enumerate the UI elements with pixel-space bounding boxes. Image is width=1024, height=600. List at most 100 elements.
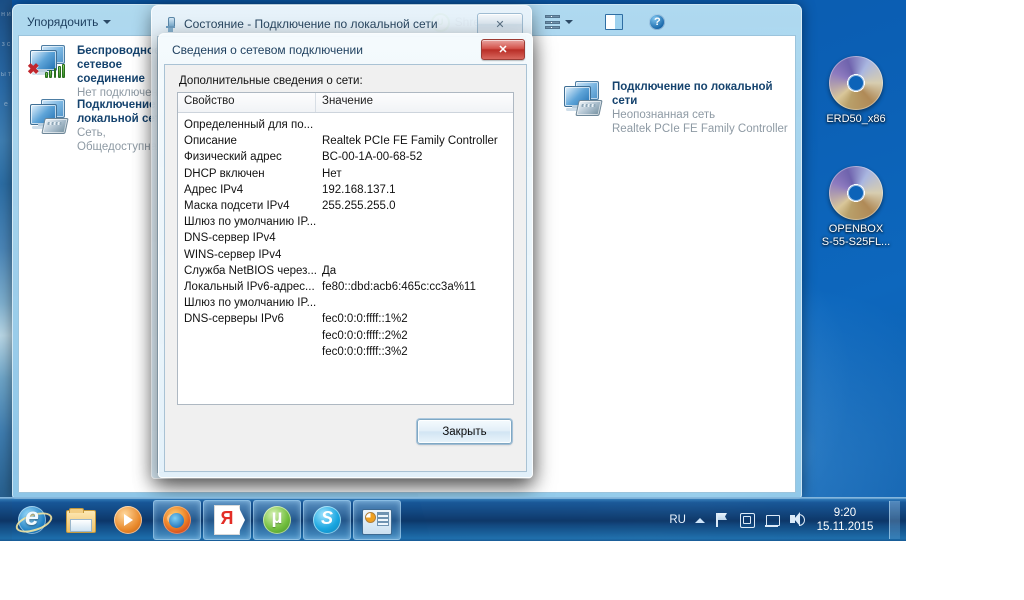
dialog-footer: Закрыть <box>177 419 514 444</box>
desktop-icon-openbox[interactable]: OPENBOX S-55-S25FL... <box>808 166 904 249</box>
property-value: fec0:0:0:ffff::2%2 <box>322 329 408 342</box>
taskbar-button-windows-explorer[interactable] <box>57 501 103 539</box>
taskbar-button-firefox[interactable] <box>153 500 201 540</box>
table-row[interactable]: DNS-серверы IPv6 fec0:0:0:ffff::1%2 <box>178 311 513 327</box>
network-connections-icon <box>362 509 392 535</box>
taskbar-button-media-player[interactable] <box>105 501 151 539</box>
connection-name: Подключение по локальной сети <box>612 81 773 107</box>
table-row[interactable]: Шлюз по умолчанию IP... <box>178 295 513 311</box>
show-hidden-icons-icon[interactable] <box>695 517 705 523</box>
clock-date: 15.11.2015 <box>816 521 874 533</box>
wireless-network-icon: ✖ <box>27 44 68 80</box>
network-properties-table[interactable]: Свойство Значение Определенный для по...… <box>177 92 514 405</box>
language-indicator[interactable]: RU <box>669 514 686 526</box>
taskbar-button-network-connections[interactable] <box>353 500 401 540</box>
property-name: Определенный для по... <box>184 119 314 131</box>
close-button[interactable]: Закрыть <box>417 419 512 444</box>
table-row[interactable]: Шлюз по умолчанию IP... <box>178 214 513 230</box>
table-row[interactable]: Физический адрес BC-00-1A-00-68-52 <box>178 149 513 165</box>
background-window-sliver[interactable]: н и з с ы т е <box>0 0 12 541</box>
chevron-down-icon <box>103 20 112 24</box>
network-details-dialog[interactable]: Сведения о сетевом подключении ✕ Дополни… <box>158 33 533 478</box>
connection-item-text: Подключение по локальной сети Неопознанн… <box>612 80 795 136</box>
property-name: Шлюз по умолчанию IP... <box>184 297 316 310</box>
table-row[interactable]: Служба NetBIOS через... Да <box>178 263 513 279</box>
property-value: fec0:0:0:ffff::1%2 <box>322 313 408 326</box>
details-dialog-titlebar: Сведения о сетевом подключении ✕ <box>163 38 528 61</box>
details-dialog-body: Дополнительные сведения о сети: Свойство… <box>164 64 527 472</box>
system-tray: RU 9:20 15.11.2015 <box>669 501 906 539</box>
desktop-icon-label-line2: S-55-S25FL... <box>821 236 891 248</box>
property-value <box>316 230 513 246</box>
table-row[interactable]: Локальный IPv6-адрес... fe80::dbd:acb6:46… <box>178 279 513 295</box>
property-name: Служба NetBIOS через... <box>184 264 316 277</box>
details-dialog-title: Сведения о сетевом подключении <box>172 42 363 57</box>
yandex-icon <box>214 505 245 535</box>
property-value <box>316 214 513 230</box>
property-name: Локальный IPv6-адрес... <box>184 281 315 294</box>
show-desktop-button[interactable] <box>889 501 900 539</box>
table-row[interactable]: fec0:0:0:ffff::2%2 <box>178 328 513 344</box>
property-value <box>316 117 513 133</box>
lan-network-icon <box>28 98 69 134</box>
chevron-down-icon <box>565 20 574 24</box>
property-value: Да <box>322 264 337 277</box>
desktop-icon-erd50[interactable]: ERD50_x86 <box>808 56 904 126</box>
network-status-icon <box>164 16 177 32</box>
desktop-icon-label: OPENBOX S-55-S25FL... <box>808 223 904 249</box>
safely-remove-hardware-icon[interactable] <box>739 512 755 528</box>
property-name: DNS-серверы IPv6 <box>184 313 284 326</box>
table-row[interactable]: Адрес IPv4 192.168.137.1 <box>178 182 513 198</box>
preview-pane-icon <box>605 14 624 30</box>
connection-adapter: Realtek PCIe FE Family Controller <box>612 123 788 135</box>
table-row[interactable]: DHCP включен Нет <box>178 166 513 182</box>
property-value: Realtek PCIe FE Family Controller <box>322 135 498 148</box>
table-row[interactable]: Описание Realtek PCIe FE Family Controlle… <box>178 133 513 149</box>
taskbar-button-skype[interactable] <box>303 500 351 540</box>
close-icon[interactable]: ✕ <box>477 13 523 35</box>
change-view-button[interactable] <box>536 11 582 33</box>
internet-explorer-icon <box>18 503 46 534</box>
clock-time: 9:20 <box>833 507 857 519</box>
property-value <box>316 295 513 311</box>
table-row[interactable]: WINS-сервер IPv4 <box>178 247 513 263</box>
property-name: Адрес IPv4 <box>184 183 244 196</box>
network-icon[interactable] <box>764 512 780 528</box>
property-name <box>178 344 316 360</box>
property-value: BC-00-1A-00-68-52 <box>322 151 423 164</box>
details-section-label: Дополнительные сведения о сети: <box>179 75 363 87</box>
property-name: DNS-сервер IPv4 <box>184 232 276 245</box>
column-header-property[interactable]: Свойство <box>178 93 316 112</box>
action-center-flag-icon[interactable] <box>714 512 730 528</box>
screenshot-root: н и з с ы т е ERD50_x86 OPENBOX S-55-S25… <box>0 0 1024 600</box>
column-header-value[interactable]: Значение <box>316 93 513 112</box>
property-name <box>178 328 316 344</box>
volume-icon[interactable] <box>789 512 805 528</box>
taskbar-button-internet-explorer[interactable] <box>9 501 55 539</box>
help-button[interactable]: ? <box>640 11 674 33</box>
view-list-icon <box>545 15 561 29</box>
property-name: Шлюз по умолчанию IP... <box>184 216 316 229</box>
skype-icon <box>313 506 341 534</box>
lan-network-icon <box>562 80 603 116</box>
table-row[interactable]: Определенный для по... <box>178 117 513 133</box>
property-name: Описание <box>184 135 237 148</box>
desktop-icon-label-line1: OPENBOX <box>828 223 884 235</box>
table-row[interactable]: fec0:0:0:ffff::3%2 <box>178 344 513 360</box>
preview-pane-button[interactable] <box>596 11 632 33</box>
taskbar-button-utorrent[interactable] <box>253 500 301 540</box>
table-row[interactable]: Маска подсети IPv4 255.255.255.0 <box>178 198 513 214</box>
taskbar-button-yandex[interactable] <box>203 500 251 540</box>
disc-image-icon <box>829 56 883 110</box>
property-value: 255.255.255.0 <box>322 200 396 213</box>
close-icon[interactable]: ✕ <box>481 39 525 60</box>
utorrent-icon <box>263 506 291 534</box>
property-name: Маска подсети IPv4 <box>184 200 290 213</box>
desktop[interactable]: н и з с ы т е ERD50_x86 OPENBOX S-55-S25… <box>0 0 906 541</box>
background-window-sliver-text: н и з с ы т е <box>0 11 12 108</box>
taskbar[interactable]: RU 9:20 15.11.2015 <box>0 497 906 541</box>
organize-button[interactable]: Упорядочить <box>18 11 120 33</box>
table-row[interactable]: DNS-сервер IPv4 <box>178 230 513 246</box>
clock[interactable]: 9:20 15.11.2015 <box>814 506 876 534</box>
connection-item-lan-selected[interactable]: Подключение по локальной сети Неопознанн… <box>562 80 795 136</box>
